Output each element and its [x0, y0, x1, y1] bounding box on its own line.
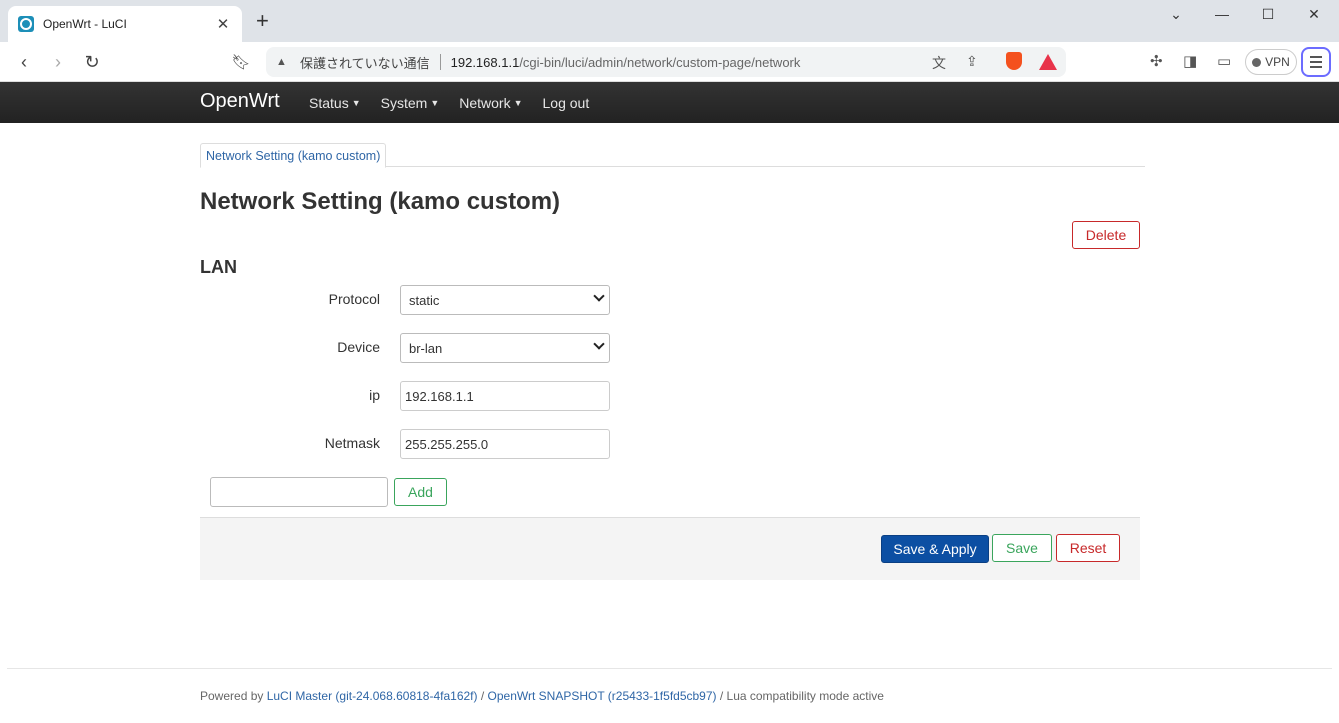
protocol-value: static: [409, 292, 440, 308]
device-label: Device: [337, 339, 380, 355]
not-secure-label: 保護されていない通信: [300, 55, 430, 71]
openwrt-version-link[interactable]: OpenWrt SNAPSHOT (r25433-1f5fd5cb97): [488, 689, 717, 703]
add-button[interactable]: Add: [394, 478, 447, 506]
netmask-input[interactable]: 255.255.255.0: [400, 429, 610, 459]
share-icon[interactable]: ⇪: [966, 53, 978, 70]
browser-tab[interactable]: OpenWrt - LuCI ✕: [8, 6, 242, 42]
vpn-status-icon: [1252, 57, 1262, 67]
browser-menu-icon[interactable]: [1301, 47, 1331, 77]
back-icon[interactable]: ‹: [12, 50, 36, 74]
menu-system[interactable]: System ▼: [381, 95, 440, 111]
brave-shields-icon[interactable]: [1006, 52, 1022, 70]
chevron-down-icon: [593, 290, 605, 302]
footer: Powered by LuCI Master (git-24.068.60818…: [200, 689, 884, 703]
section-title-lan: LAN: [200, 257, 237, 277]
menu-status[interactable]: Status ▼: [309, 95, 361, 111]
minimize-icon[interactable]: —: [1202, 6, 1242, 22]
footer-divider: [7, 668, 1332, 669]
menu-logout[interactable]: Log out: [543, 95, 590, 111]
address-bar[interactable]: ▲ 保護されていない通信 192.168.1.1/cgi-bin/luci/ad…: [266, 47, 1066, 77]
tab-network-setting[interactable]: Network Setting (kamo custom): [200, 143, 387, 168]
protocol-label: Protocol: [328, 291, 380, 307]
chevron-down-icon: [593, 338, 605, 350]
url-host: 192.168.1.1: [450, 54, 520, 70]
url-divider: [439, 54, 441, 70]
reset-button[interactable]: Reset: [1056, 534, 1120, 562]
device-value: br-lan: [409, 340, 443, 356]
save-apply-button[interactable]: Save & Apply: [881, 535, 989, 563]
close-tab-icon[interactable]: ✕: [214, 15, 232, 33]
wallet-icon[interactable]: ▭: [1217, 52, 1231, 70]
ip-input[interactable]: 192.168.1.1: [400, 381, 610, 411]
new-section-name-input[interactable]: [210, 477, 388, 507]
reload-icon[interactable]: ↻: [80, 50, 104, 74]
page-title: Network Setting (kamo custom): [200, 188, 561, 215]
page-tabs: Network Setting (kamo custom): [200, 143, 1145, 168]
luci-version-link[interactable]: LuCI Master (git-24.068.60818-4fa162f): [267, 689, 478, 703]
new-tab-icon[interactable]: +: [256, 10, 269, 32]
device-select[interactable]: br-lan: [400, 333, 610, 363]
main-menu: Status ▼ System ▼ Network ▼ Log out: [309, 95, 589, 111]
save-button[interactable]: Save: [992, 534, 1052, 562]
translate-icon[interactable]: 文: [932, 53, 946, 73]
caret-down-icon: ▼: [513, 98, 523, 108]
browser-tab-strip: OpenWrt - LuCI ✕ + ⌄ — ☐ ✕: [0, 0, 1339, 42]
delete-button[interactable]: Delete: [1072, 221, 1140, 249]
browser-toolbar: ‹ › ↻ 🔖︎ ▲ 保護されていない通信 192.168.1.1/cgi-bi…: [0, 42, 1339, 82]
footer-separator: /: [477, 689, 488, 703]
sidebar-icon[interactable]: ◨: [1183, 52, 1197, 70]
vpn-button[interactable]: VPN: [1245, 49, 1297, 75]
protocol-select[interactable]: static: [400, 285, 610, 315]
luci-header: OpenWrt Status ▼ System ▼ Network ▼ Log out: [0, 82, 1339, 123]
brand-logo[interactable]: OpenWrt: [200, 90, 280, 113]
extensions-icon[interactable]: ✣: [1150, 52, 1163, 70]
netmask-label: Netmask: [324, 435, 380, 451]
openwrt-favicon-icon: [18, 16, 34, 32]
caret-down-icon: ▼: [430, 98, 440, 108]
url-path: /cgi-bin/luci/admin/network/custom-page/…: [519, 54, 801, 70]
maximize-icon[interactable]: ☐: [1248, 6, 1288, 23]
menu-network[interactable]: Network ▼: [459, 95, 522, 111]
close-window-icon[interactable]: ✕: [1294, 6, 1334, 23]
forward-icon[interactable]: ›: [46, 50, 70, 74]
caret-down-icon: ▼: [351, 98, 361, 108]
vpn-label: VPN: [1265, 55, 1290, 69]
ip-label: ip: [369, 387, 380, 403]
footer-suffix: / Lua compatibility mode active: [716, 689, 884, 703]
tab-title: OpenWrt - LuCI: [43, 17, 127, 31]
footer-powered-by: Powered by: [200, 689, 267, 703]
brave-rewards-icon[interactable]: [1039, 54, 1057, 70]
bookmark-icon[interactable]: 🔖︎: [229, 50, 253, 74]
tab-search-icon[interactable]: ⌄: [1156, 6, 1196, 23]
warning-icon: ▲: [276, 55, 287, 68]
